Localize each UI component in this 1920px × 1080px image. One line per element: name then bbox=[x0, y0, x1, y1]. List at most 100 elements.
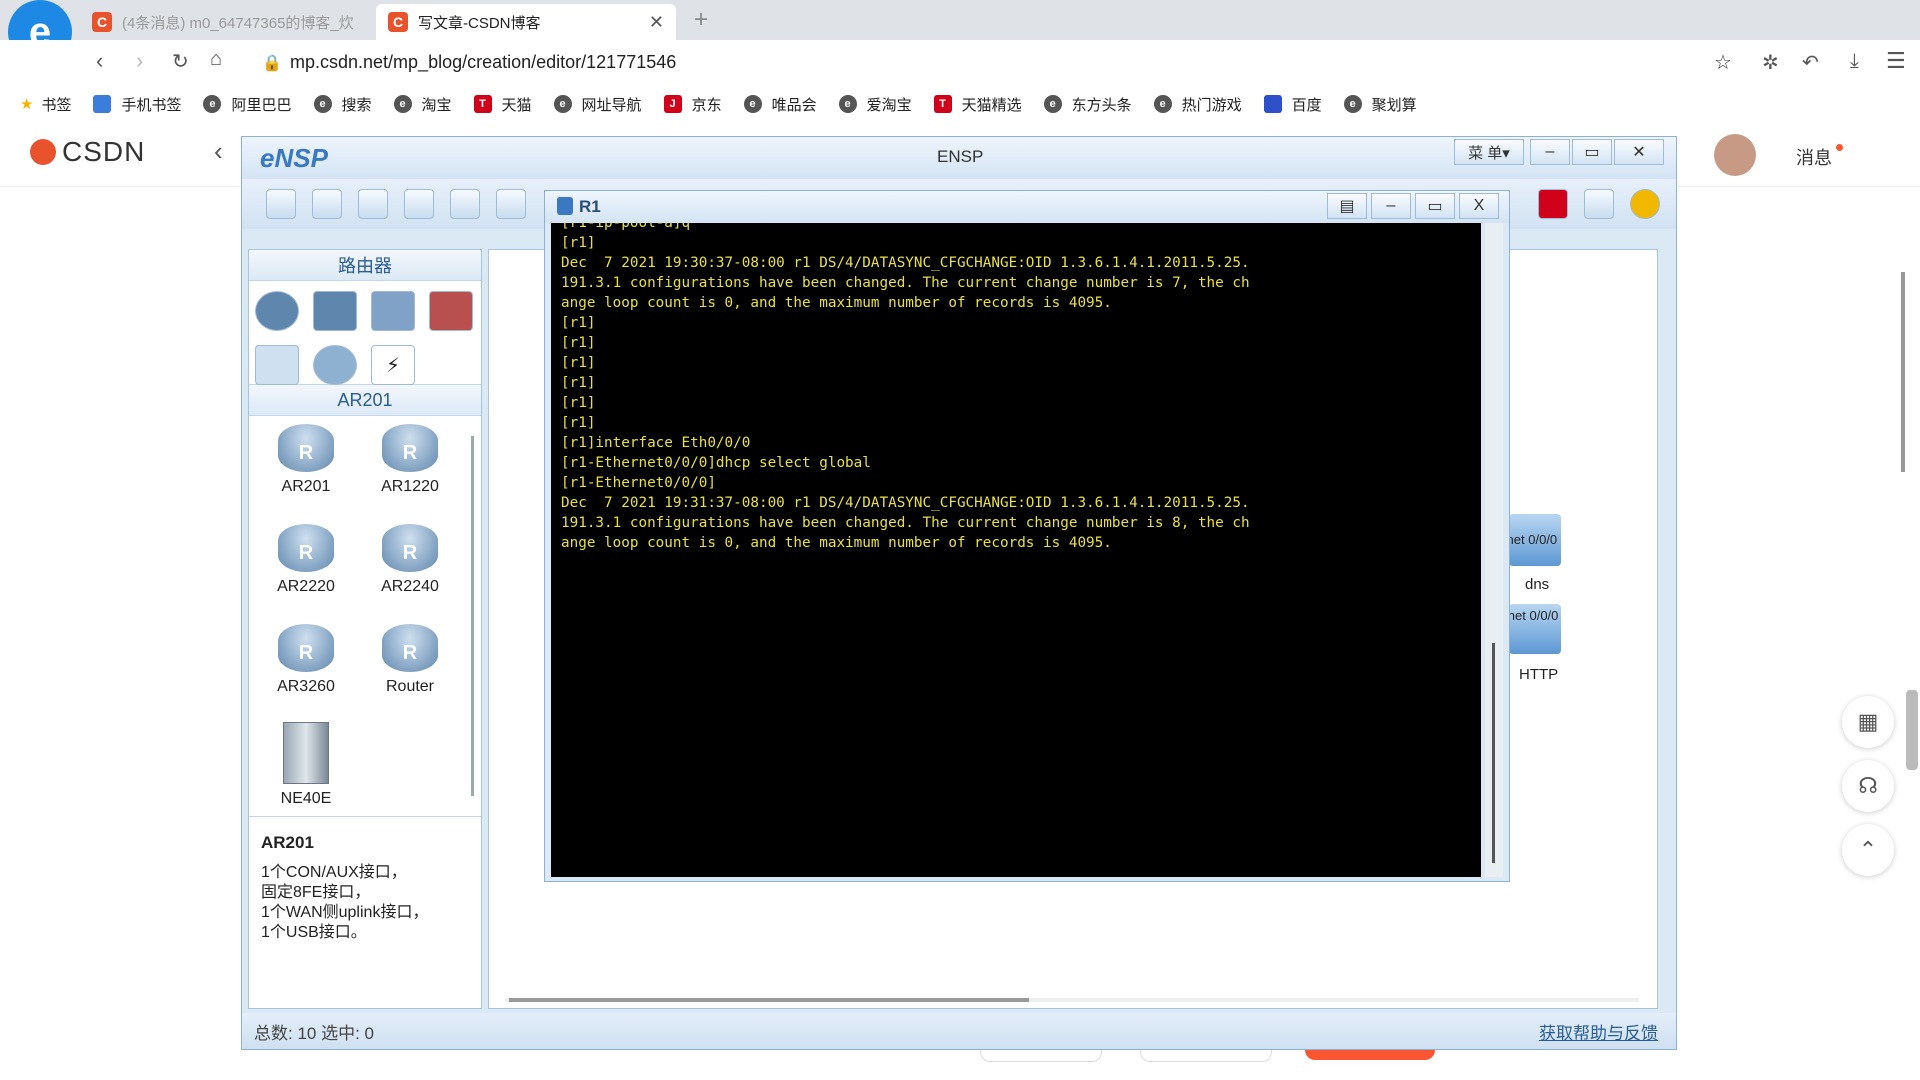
bookmark-item[interactable]: e 网址导航 bbox=[553, 94, 642, 115]
tab-close-icon[interactable]: ✕ bbox=[649, 12, 664, 33]
home-icon[interactable]: ⌂ bbox=[210, 48, 222, 71]
qrcode-icon[interactable]: ▦ bbox=[1842, 696, 1894, 748]
bookmark-item[interactable]: e 阿里巴巴 bbox=[203, 94, 292, 115]
bookmark-item[interactable]: T 天猫精选 bbox=[933, 94, 1022, 115]
node-label: dns bbox=[1525, 576, 1550, 593]
terminal-scrollbar[interactable] bbox=[1485, 223, 1503, 877]
bookmark-item[interactable]: J 京东 bbox=[663, 94, 722, 115]
router-icon: R bbox=[278, 624, 334, 672]
router-category-icon[interactable] bbox=[255, 291, 299, 331]
save-as-icon[interactable] bbox=[450, 189, 480, 219]
canvas-hscroll-thumb[interactable] bbox=[509, 998, 1029, 1002]
terminal-scrollbar-thumb[interactable] bbox=[1492, 643, 1495, 863]
help-icon[interactable] bbox=[1630, 189, 1660, 219]
switch-category-icon[interactable] bbox=[313, 291, 357, 331]
terminal-minimize-button[interactable]: – bbox=[1371, 193, 1411, 219]
device-ar3260[interactable]: R AR3260 bbox=[261, 624, 351, 696]
pc-category-icon[interactable] bbox=[255, 345, 299, 385]
bookmark-item[interactable]: e 东方头条 bbox=[1043, 94, 1132, 115]
new-page-icon[interactable] bbox=[312, 189, 342, 219]
device-router[interactable]: R Router bbox=[365, 624, 455, 696]
terminal-layout-button[interactable]: ▤ bbox=[1327, 193, 1367, 219]
bookmark-item[interactable]: e 爱淘宝 bbox=[838, 94, 912, 115]
canvas-vscroll-thumb[interactable] bbox=[1901, 272, 1905, 472]
settings-gear-icon[interactable] bbox=[1584, 189, 1614, 219]
bookmark-item[interactable]: e 唯品会 bbox=[743, 94, 817, 115]
save-icon[interactable] bbox=[404, 189, 434, 219]
baidu-icon bbox=[1263, 95, 1282, 113]
info-line: 固定8FE接口， bbox=[261, 884, 371, 901]
undo-icon[interactable]: ↶ bbox=[1802, 50, 1819, 75]
terminal-window-r1: R1 ▤ – ▭ X [r1-ip-pool-a]q [r1] Dec 7 20… bbox=[544, 190, 1510, 882]
bookmark-item[interactable]: ★ 书签 bbox=[20, 94, 71, 115]
huawei-icon[interactable] bbox=[1538, 189, 1568, 219]
tmall-icon: T bbox=[473, 95, 492, 113]
site-icon: e bbox=[1153, 95, 1172, 113]
terminal-line: Dec 7 2021 19:30:37-08:00 r1 DS/4/DATASY… bbox=[561, 255, 1250, 271]
extensions-icon[interactable]: ✲ bbox=[1762, 50, 1779, 75]
address-bar-row: ‹ › ↻ ⌂ 🔒 mp.csdn.net/mp_blog/creation/e… bbox=[0, 40, 1920, 86]
terminal-line: [r1] bbox=[561, 395, 596, 411]
page-scrollbar[interactable] bbox=[1906, 690, 1918, 770]
bookmark-item[interactable]: 百度 bbox=[1263, 94, 1322, 115]
ensp-maximize-button[interactable]: ▭ bbox=[1572, 139, 1612, 165]
device-ar2220[interactable]: R AR2220 bbox=[261, 524, 351, 596]
menu-icon[interactable]: ☰ bbox=[1886, 48, 1906, 74]
headset-icon[interactable]: ☊ bbox=[1842, 760, 1894, 812]
terminal-line: [r1] bbox=[561, 335, 596, 351]
ensp-small-icon bbox=[557, 197, 573, 215]
terminal-screen[interactable]: [r1-ip-pool-a]q [r1] Dec 7 2021 19:30:37… bbox=[551, 223, 1481, 877]
reload-icon[interactable]: ↻ bbox=[172, 49, 189, 74]
bookmark-item[interactable]: T 天猫 bbox=[473, 94, 532, 115]
back-icon[interactable]: ‹ bbox=[96, 48, 103, 74]
terminal-line: [r1] bbox=[561, 375, 596, 391]
device-ne40e[interactable]: NE40E bbox=[261, 722, 351, 808]
ensp-close-button[interactable]: ✕ bbox=[1614, 139, 1664, 165]
device-ar201[interactable]: R AR201 bbox=[261, 424, 351, 496]
terminal-line: 191.3.1 configurations have been changed… bbox=[561, 275, 1250, 291]
download-icon[interactable]: ⤓ bbox=[1850, 50, 1859, 73]
new-tab-icon[interactable]: + bbox=[694, 6, 708, 34]
ensp-minimize-button[interactable]: – bbox=[1530, 139, 1570, 165]
wireless-category-icon[interactable] bbox=[371, 291, 415, 331]
star-icon[interactable]: ☆ bbox=[1714, 50, 1732, 75]
forward-icon[interactable]: › bbox=[136, 48, 143, 74]
terminal-close-button[interactable]: X bbox=[1459, 193, 1499, 219]
print-icon[interactable] bbox=[496, 189, 526, 219]
cloud-category-icon[interactable] bbox=[313, 345, 357, 385]
terminal-maximize-button[interactable]: ▭ bbox=[1415, 193, 1455, 219]
palette-scrollbar[interactable] bbox=[471, 436, 474, 796]
tab-csdn-blog[interactable]: C (4条消息) m0_64747365的博客_炊 bbox=[80, 4, 370, 40]
terminal-title: R1 bbox=[579, 197, 601, 216]
csdn-logo[interactable]: CSDN bbox=[30, 136, 145, 168]
terminal-line: ange loop count is 0, and the maximum nu… bbox=[561, 295, 1112, 311]
new-topology-icon[interactable] bbox=[266, 189, 296, 219]
ensp-title: ENSP bbox=[937, 147, 984, 166]
help-feedback-link[interactable]: 获取帮助与反馈 bbox=[1539, 1019, 1658, 1044]
url-field[interactable]: mp.csdn.net/mp_blog/creation/editor/1217… bbox=[290, 52, 676, 73]
avatar[interactable] bbox=[1714, 134, 1756, 176]
back-to-top-icon[interactable]: ⌃ bbox=[1842, 824, 1894, 876]
bookmark-item[interactable]: e 热门游戏 bbox=[1153, 94, 1242, 115]
router-icon: R bbox=[278, 424, 334, 472]
bookmark-item[interactable]: 手机书签 bbox=[93, 94, 181, 115]
messages-link[interactable]: 消息 bbox=[1796, 144, 1832, 170]
terminal-line: [r1] bbox=[561, 315, 596, 331]
jd-icon: J bbox=[663, 95, 682, 113]
router-icon: R bbox=[382, 524, 438, 572]
device-palette: 路由器 ⚡ AR201 R AR201 R AR1220 R AR2220 R AR22… bbox=[248, 249, 482, 1009]
firewall-category-icon[interactable] bbox=[429, 291, 473, 331]
bookmark-item[interactable]: e 聚划算 bbox=[1343, 94, 1417, 115]
device-ar1220[interactable]: R AR1220 bbox=[365, 424, 455, 496]
tab-write-article[interactable]: C 写文章-CSDN博客 ✕ bbox=[376, 4, 676, 40]
ensp-menu-button[interactable]: 菜 单▾ bbox=[1454, 139, 1524, 165]
bookmark-item[interactable]: e 淘宝 bbox=[393, 94, 452, 115]
info-line: 1个WAN侧uplink接口， bbox=[261, 904, 429, 921]
device-ar2240[interactable]: R AR2240 bbox=[365, 524, 455, 596]
bookmark-item[interactable]: e 搜索 bbox=[313, 94, 372, 115]
connection-category-icon[interactable]: ⚡ bbox=[371, 345, 415, 385]
lock-icon: 🔒 bbox=[262, 55, 282, 72]
open-folder-icon[interactable] bbox=[358, 189, 388, 219]
collapse-icon[interactable]: ‹ bbox=[214, 136, 223, 167]
palette-section-title: 路由器 bbox=[249, 250, 481, 281]
